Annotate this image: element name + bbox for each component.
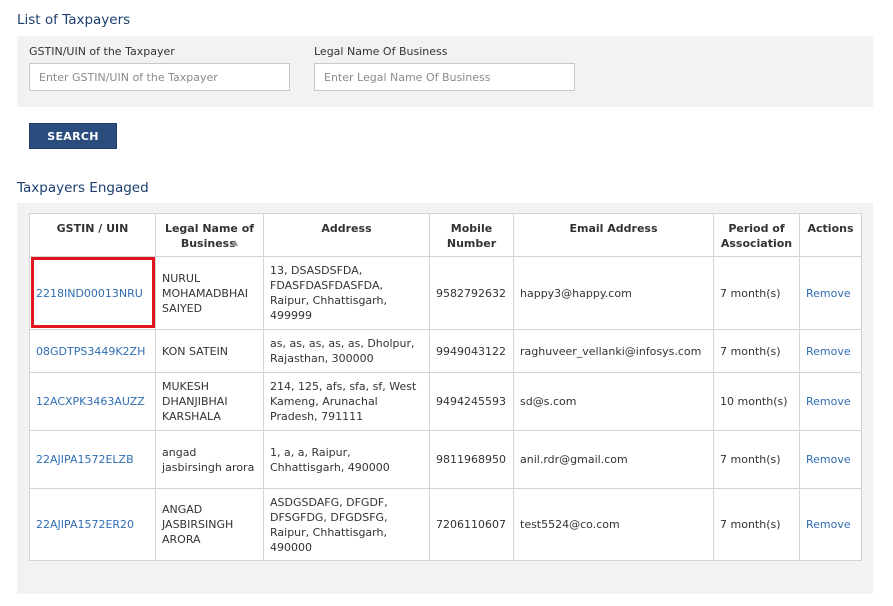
period-cell: 7 month(s) xyxy=(713,488,800,561)
period-cell: 7 month(s) xyxy=(713,430,800,489)
legal-name-cell: angad jasbirsingh arora xyxy=(155,430,264,489)
remove-link[interactable]: Remove xyxy=(806,287,851,300)
list-of-taxpayers-title: List of Taxpayers xyxy=(17,12,131,28)
column-header-gstin[interactable]: GSTIN / UIN xyxy=(29,213,156,257)
column-header-actions: Actions xyxy=(799,213,862,257)
column-header-address: Address xyxy=(263,213,430,257)
gstin-search-input[interactable] xyxy=(29,63,290,91)
remove-link[interactable]: Remove xyxy=(806,453,851,466)
legal-name-cell: ANGAD JASBIRSINGH ARORA xyxy=(155,488,264,561)
address-cell: ASDGSDAFG, DFGDF, DFSGFDG, DFGDSFG, Raip… xyxy=(263,488,430,561)
address-cell: 214, 125, afs, sfa, sf, West Kameng, Aru… xyxy=(263,372,430,431)
mobile-cell: 9494245593 xyxy=(429,372,514,431)
taxpayers-engaged-title: Taxpayers Engaged xyxy=(17,180,149,196)
search-panel: GSTIN/UIN of the Taxpayer Legal Name Of … xyxy=(17,36,873,107)
taxpayers-table: GSTIN / UIN Legal Name of Business▲ Addr… xyxy=(29,213,862,561)
column-header-legal-name[interactable]: Legal Name of Business▲ xyxy=(155,213,264,257)
table-header-row: GSTIN / UIN Legal Name of Business▲ Addr… xyxy=(29,213,862,257)
gstin-link[interactable]: 22AJIPA1572ELZB xyxy=(36,453,134,466)
legal-name-cell: MUKESH DHANJIBHAI KARSHALA xyxy=(155,372,264,431)
period-cell: 7 month(s) xyxy=(713,256,800,330)
mobile-cell: 7206110607 xyxy=(429,488,514,561)
column-header-email: Email Address xyxy=(513,213,714,257)
column-header-legal-name-label: Legal Name of Business xyxy=(164,222,255,250)
address-cell: as, as, as, as, as, Dholpur, Rajasthan, … xyxy=(263,329,430,373)
legal-name-cell: NURUL MOHAMADBHAI SAIYED xyxy=(155,256,264,330)
legal-name-label: Legal Name Of Business xyxy=(314,45,448,58)
address-cell: 13, DSASDSFDA, FDASFDASFDASFDA, Raipur, … xyxy=(263,256,430,330)
address-cell: 1, a, a, Raipur, Chhattisgarh, 490000 xyxy=(263,430,430,489)
email-cell: sd@s.com xyxy=(513,372,714,431)
remove-link[interactable]: Remove xyxy=(806,395,851,408)
column-header-period: Period of Association xyxy=(713,213,800,257)
search-button[interactable]: SEARCH xyxy=(29,123,117,149)
sort-caret-icon: ▲ xyxy=(232,239,239,247)
gstin-link[interactable]: 2218IND00013NRU xyxy=(36,287,143,300)
legal-name-search-input[interactable] xyxy=(314,63,575,91)
period-cell: 7 month(s) xyxy=(713,329,800,373)
gstin-link[interactable]: 22AJIPA1572ER20 xyxy=(36,518,134,531)
table-row: 12ACXPK3463AUZZ MUKESH DHANJIBHAI KARSHA… xyxy=(29,372,862,431)
mobile-cell: 9811968950 xyxy=(429,430,514,489)
table-row: 2218IND00013NRU NURUL MOHAMADBHAI SAIYED… xyxy=(29,256,862,330)
table-row: 22AJIPA1572ER20 ANGAD JASBIRSINGH ARORA … xyxy=(29,488,862,561)
table-row: 08GDTPS3449K2ZH KON SATEIN as, as, as, a… xyxy=(29,329,862,373)
email-cell: happy3@happy.com xyxy=(513,256,714,330)
remove-link[interactable]: Remove xyxy=(806,518,851,531)
email-cell: anil.rdr@gmail.com xyxy=(513,430,714,489)
email-cell: raghuveer_vellanki@infosys.com xyxy=(513,329,714,373)
mobile-cell: 9949043122 xyxy=(429,329,514,373)
gstin-label: GSTIN/UIN of the Taxpayer xyxy=(29,45,175,58)
taxpayers-table-panel: GSTIN / UIN Legal Name of Business▲ Addr… xyxy=(17,203,873,594)
gstin-link[interactable]: 12ACXPK3463AUZZ xyxy=(36,395,145,408)
column-header-mobile: Mobile Number xyxy=(429,213,514,257)
table-row: 22AJIPA1572ELZB angad jasbirsingh arora … xyxy=(29,430,862,489)
mobile-cell: 9582792632 xyxy=(429,256,514,330)
period-cell: 10 month(s) xyxy=(713,372,800,431)
legal-name-cell: KON SATEIN xyxy=(155,329,264,373)
gstin-link[interactable]: 08GDTPS3449K2ZH xyxy=(36,345,145,358)
email-cell: test5524@co.com xyxy=(513,488,714,561)
remove-link[interactable]: Remove xyxy=(806,345,851,358)
